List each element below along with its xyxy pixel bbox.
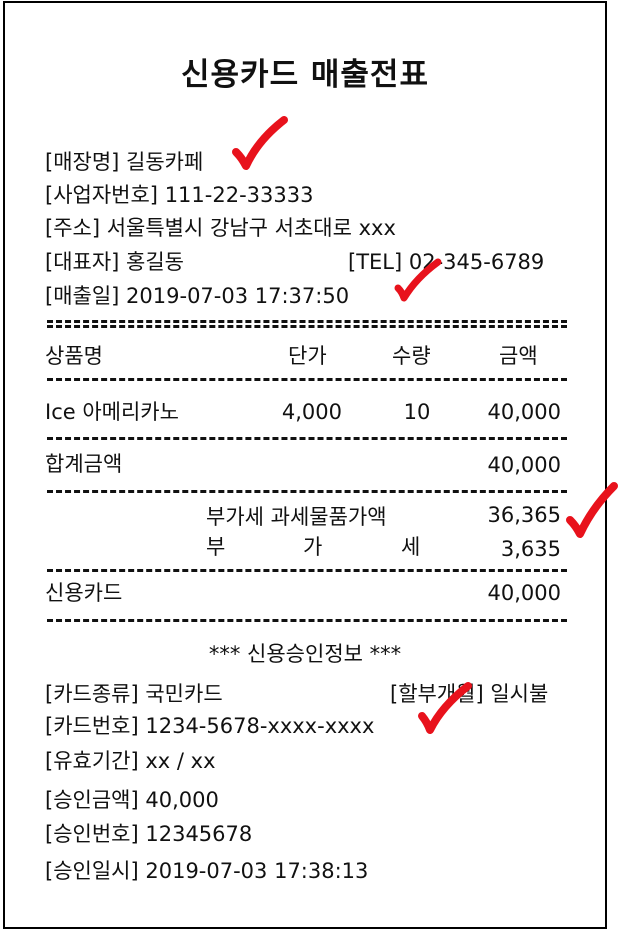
biz-no-line: [사업자번호] 111-22-33333 <box>45 185 313 206</box>
sale-date-label: [매출일] <box>45 284 120 308</box>
card-type: 국민카드 <box>145 682 223 706</box>
checkmark-icon <box>232 116 288 170</box>
rep-label: [대표자] <box>45 250 120 274</box>
address-line: [주소] 서울특별시 강남구 서초대로 xxx <box>45 218 396 239</box>
approval-date: 2019-07-03 17:38:13 <box>145 859 369 883</box>
expiry-label: [유효기간] <box>45 749 139 773</box>
approval-no-line: [승인번호] 12345678 <box>45 824 252 845</box>
sale-date: 2019-07-03 17:37:50 <box>126 284 350 308</box>
biz-no: 111-22-33333 <box>164 183 314 207</box>
approval-date-label: [승인일시] <box>45 859 139 883</box>
vat-char-2: 가 <box>303 535 323 559</box>
rep-line: [대표자] 홍길동 <box>45 252 184 273</box>
biz-no-label: [사업자번호] <box>45 183 158 207</box>
col-qty: 수량 <box>392 344 431 368</box>
card-no-label: [카드번호] <box>45 714 139 738</box>
store-name-line: [매장명] 길동카페 <box>45 152 203 173</box>
item-qty: 10 <box>403 400 431 424</box>
divider <box>47 569 567 572</box>
card-no: 1234-5678-xxxx-xxxx <box>145 714 375 738</box>
vat-char-3: 세 <box>401 535 421 559</box>
approval-header: *** 신용승인정보 *** <box>208 642 402 666</box>
card-total-label: 신용카드 <box>45 581 123 605</box>
address: 서울특별시 강남구 서초대로 xxx <box>106 216 396 240</box>
divider <box>47 437 567 440</box>
address-label: [주소] <box>45 216 101 240</box>
receipt: 신용카드 매출전표 [매장명] 길동카페 [사업자번호] 111-22-3333… <box>3 1 607 929</box>
approved-amount-line: [승인금액] 40,000 <box>45 790 219 811</box>
approved-amount-label: [승인금액] <box>45 788 139 812</box>
approval-no-label: [승인번호] <box>45 822 139 846</box>
approval-no: 12345678 <box>145 822 253 846</box>
total-value: 40,000 <box>487 453 561 477</box>
divider <box>47 490 567 493</box>
item-price: 4,000 <box>281 400 342 424</box>
installment: 일시불 <box>490 682 549 706</box>
card-type-line: [카드종류] 국민카드 <box>45 684 223 705</box>
supply-label: 부가세 과세물품가액 <box>206 505 387 529</box>
col-item: 상품명 <box>45 344 103 368</box>
store-name: 길동카페 <box>126 150 204 174</box>
card-type-label: [카드종류] <box>45 682 139 706</box>
vat-value: 3,635 <box>500 537 561 561</box>
tel-line: [TEL] 02-345-6789 <box>348 252 544 273</box>
rep: 홍길동 <box>126 250 185 274</box>
item-name: Ice 아메리카노 <box>45 400 179 424</box>
receipt-title: 신용카드 매출전표 <box>181 57 429 93</box>
approved-amount: 40,000 <box>145 788 219 812</box>
col-amount: 금액 <box>499 344 538 368</box>
card-no-line: [카드번호] 1234-5678-xxxx-xxxx <box>45 716 374 737</box>
approval-date-line: [승인일시] 2019-07-03 17:38:13 <box>45 861 368 882</box>
col-price: 단가 <box>288 344 327 368</box>
checkmark-icon <box>418 682 472 734</box>
checkmark-icon <box>394 258 442 302</box>
divider <box>47 619 567 622</box>
supply-value: 36,365 <box>487 503 561 527</box>
item-amount: 40,000 <box>487 400 561 424</box>
double-divider <box>47 320 567 328</box>
card-total-value: 40,000 <box>487 581 561 605</box>
vat-char-1: 부 <box>206 535 226 559</box>
expiry: xx / xx <box>145 749 216 773</box>
expiry-line: [유효기간] xx / xx <box>45 751 216 772</box>
total-label: 합계금액 <box>45 452 123 476</box>
checkmark-icon <box>566 482 618 538</box>
divider <box>47 378 567 381</box>
store-name-label: [매장명] <box>45 150 120 174</box>
sale-date-line: [매출일] 2019-07-03 17:37:50 <box>45 286 349 307</box>
